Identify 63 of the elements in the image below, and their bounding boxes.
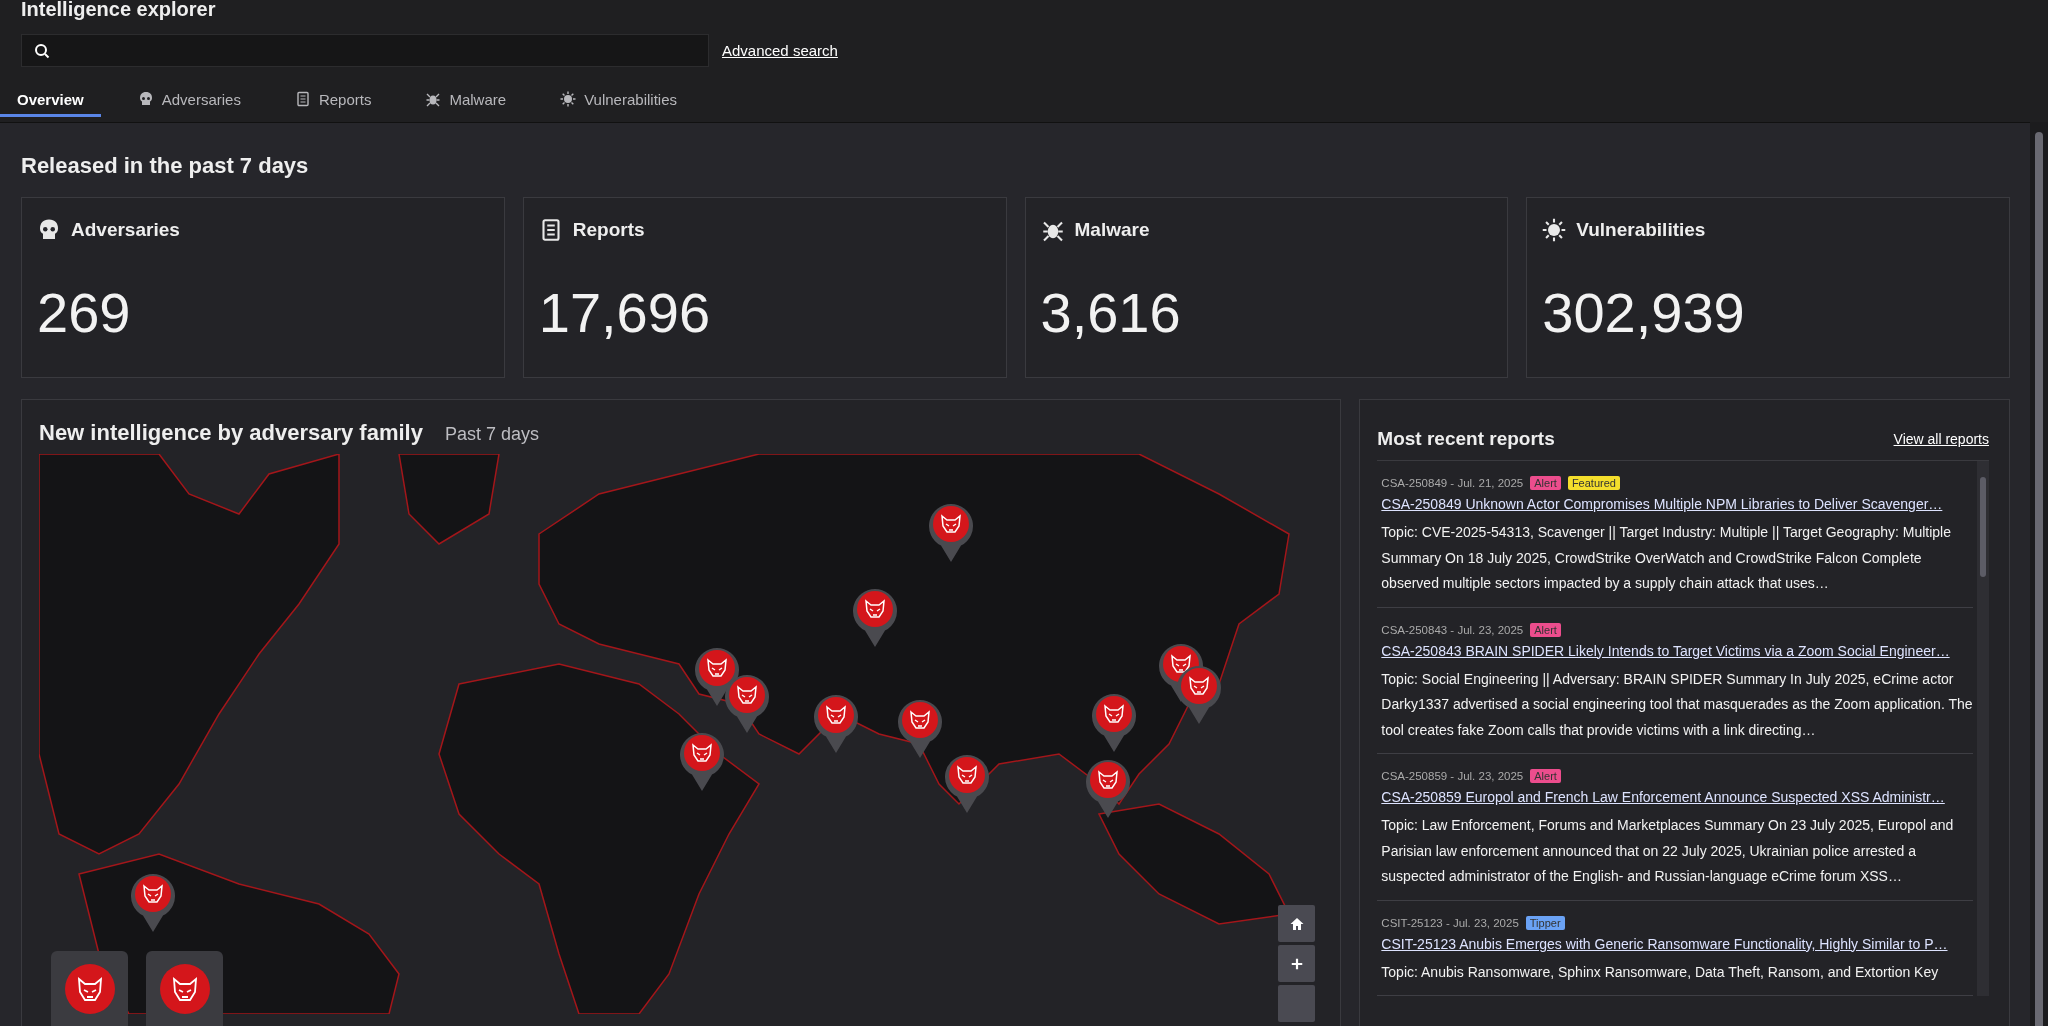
advanced-search-link[interactable]: Advanced search — [722, 42, 838, 59]
stat-label: Vulnerabilities — [1576, 219, 1706, 241]
map-pin[interactable] — [927, 502, 975, 564]
zoom-in-button[interactable] — [1278, 945, 1315, 982]
page-scrollbar[interactable] — [2030, 122, 2048, 1026]
tab[interactable]: Adversaries — [120, 84, 258, 117]
bug-icon — [425, 91, 442, 107]
search-field[interactable] — [21, 34, 709, 67]
report-meta: CSA-250859 - Jul. 23, 2025 — [1381, 770, 1524, 782]
report-summary: Topic: Anubis Ransomware, Sphinx Ransomware, Data Theft, Ransom, and Extortion Key — [1381, 962, 1940, 982]
section-title: Released in the past 7 days — [21, 152, 310, 180]
tab[interactable]: Overview — [0, 84, 101, 117]
report-tag: Alert — [1530, 769, 1561, 783]
stat-value: 17,696 — [538, 280, 712, 345]
report-tag: Featured — [1567, 476, 1620, 490]
map-pin[interactable] — [1175, 664, 1223, 726]
map-pin[interactable] — [812, 693, 860, 755]
tab[interactable]: Vulnerabilities — [543, 84, 694, 117]
map-pin[interactable] — [678, 731, 726, 793]
scrollbar[interactable] — [1977, 461, 1989, 996]
map-pin[interactable] — [943, 753, 991, 815]
stat-value: 3,616 — [1040, 280, 1182, 345]
map-pin[interactable] — [1084, 758, 1132, 820]
stat-label: Reports — [572, 219, 645, 241]
home-icon — [1288, 915, 1305, 932]
map-pin[interactable] — [129, 872, 177, 934]
plus-icon — [1289, 956, 1304, 971]
report-summary: Topic: Social Engineering || Adversary: BRAIN SPIDER Summary In July 2025, eCrime actor Darky1337 advertised a social engineering tool that masquerades as the Zoom application. The tool creates fake Zoom calls that provide victims with a link directing… — [1381, 669, 1973, 740]
tab[interactable]: Reports — [277, 84, 389, 117]
map-pin[interactable] — [723, 673, 771, 735]
skull-icon — [37, 218, 61, 242]
skull-icon — [137, 91, 154, 107]
panel-title: Most recent reports — [1377, 428, 1555, 450]
stat-label: Adversaries — [71, 219, 180, 241]
map-pin[interactable] — [851, 587, 899, 649]
report-meta: CSIT-25123 - Jul. 23, 2025 — [1381, 916, 1519, 929]
stat-value: 269 — [37, 280, 132, 345]
report-tag: Alert — [1530, 622, 1561, 637]
panel-title: New intelligence by adversary family — [39, 420, 423, 446]
report-summary: Topic: Law Enforcement, Forums and Marketplaces Summary On 23 July 2025, Europol and Parisian law enforcement announced that on 22 July 2025, Ukrainian police arrested a suspected administrator of the English- and Russian-language eCrime forum XSS… — [1381, 816, 1955, 886]
sun-icon — [560, 91, 577, 107]
stat-value: 302,939 — [1542, 280, 1746, 345]
adversary-tile[interactable] — [146, 951, 223, 1026]
report-title-link[interactable]: CSA-250843 BRAIN SPIDER Likely Intends to Target Victims via a Zoom Social Engineer… — [1381, 642, 1973, 659]
report-title-link[interactable]: CSIT-25123 Anubis Emerges with Generic Ransomware Functionality, Highly Similar to P… — [1381, 935, 1973, 952]
stat-label: Malware — [1074, 219, 1150, 241]
report-tag: Alert — [1530, 476, 1561, 490]
report-meta: CSA-250843 - Jul. 23, 2025 — [1381, 623, 1524, 636]
adversary-tile[interactable] — [51, 951, 128, 1026]
home-button[interactable] — [1278, 905, 1315, 942]
report-title-link[interactable]: CSA-250859 Europol and French Law Enforcement Announce Suspected XSS Administr… — [1381, 789, 1973, 805]
tab[interactable]: Malware — [408, 84, 524, 117]
report-title-link[interactable]: CSA-250849 Unknown Actor Compromises Multiple NPM Libraries to Deliver Scavenger… — [1381, 496, 1973, 512]
panel-subtitle: Past 7 days — [444, 424, 539, 445]
document-icon — [294, 91, 311, 107]
sun-icon — [1542, 218, 1567, 242]
search-icon — [34, 42, 50, 59]
report-summary: Topic: CVE-2025-54313, Scavenger || Target Industry: Multiple || Target Geography: Multiple Summary On 18 July 2025, CrowdStrike OverWatch and CrowdStrike Falcon Complete observed multiple sectors impacted by a supply chain attack that uses… — [1381, 523, 1952, 593]
map-pin[interactable] — [1090, 692, 1138, 754]
view-all-reports-link[interactable]: View all reports — [1893, 431, 1989, 447]
map-pin[interactable] — [896, 698, 944, 760]
report-tag: Tipper — [1525, 915, 1565, 930]
report-meta: CSA-250849 - Jul. 21, 2025 — [1381, 477, 1524, 489]
